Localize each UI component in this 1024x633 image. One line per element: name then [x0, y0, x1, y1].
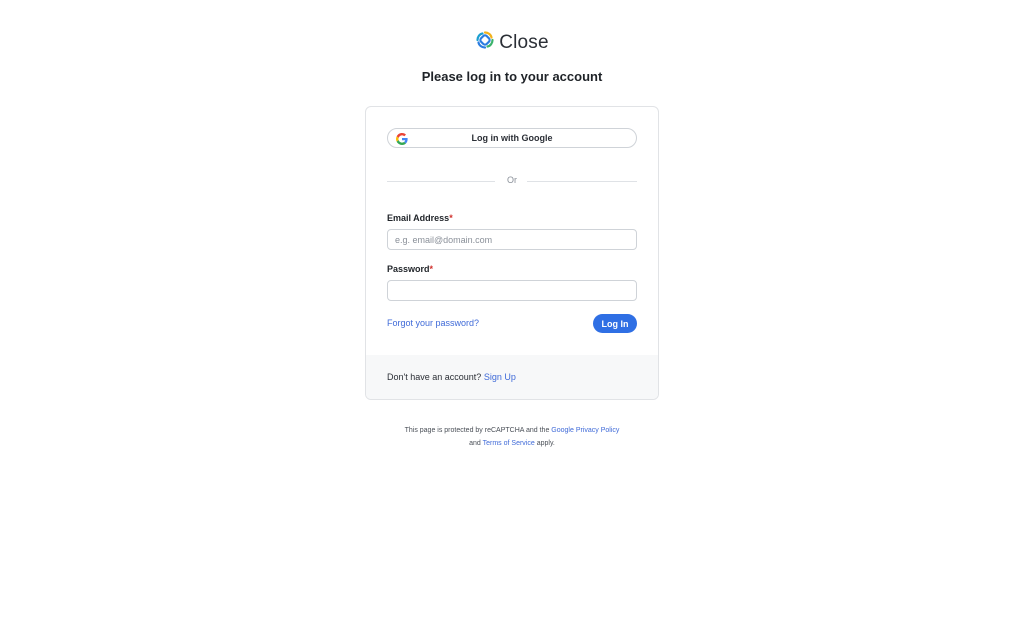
required-marker: * [429, 264, 434, 274]
brand-name: Close [499, 31, 549, 53]
email-label-text: Email Address [387, 213, 450, 223]
close-logo-icon [475, 30, 495, 55]
recaptcha-line-1: This page is protected by reCAPTCHA and … [0, 424, 1024, 437]
recaptcha-line-2: and Terms of Service apply. [0, 437, 1024, 450]
login-button[interactable]: Log In [593, 314, 637, 333]
divider-text: Or [507, 175, 517, 185]
sign-up-link[interactable]: Sign Up [484, 372, 516, 382]
divider-line [527, 181, 637, 182]
login-card: Log in with Google Or Email Address* Pas… [365, 106, 659, 400]
signup-prompt: Don't have an account? Sign Up [387, 372, 516, 382]
forgot-password-link[interactable]: Forgot your password? [387, 318, 479, 328]
or-divider: Or [387, 175, 637, 187]
recaptcha-and-text: and [469, 440, 481, 447]
login-form: Log in with Google Or Email Address* Pas… [366, 107, 658, 355]
recaptcha-apply-text: apply. [536, 440, 555, 447]
password-field[interactable] [387, 280, 637, 301]
login-page: Close Please log in to your account Log … [0, 0, 1024, 633]
required-marker: * [449, 213, 453, 223]
terms-of-service-link[interactable]: Terms of Service [483, 440, 535, 447]
password-label-text: Password [387, 264, 430, 274]
password-label: Password* [387, 264, 433, 274]
email-field[interactable] [387, 229, 637, 250]
privacy-policy-link[interactable]: Google Privacy Policy [551, 427, 619, 434]
signup-prompt-text: Don't have an account? [387, 372, 482, 382]
google-login-label: Log in with Google [471, 133, 553, 143]
email-label: Email Address* [387, 213, 453, 223]
recaptcha-text: This page is protected by reCAPTCHA and … [404, 427, 550, 434]
page-title: Please log in to your account [421, 69, 603, 84]
brand-logo[interactable]: Close [0, 30, 1024, 55]
recaptcha-notice: This page is protected by reCAPTCHA and … [0, 424, 1024, 450]
signup-footer: Don't have an account? Sign Up [366, 355, 658, 399]
google-login-button[interactable]: Log in with Google [387, 128, 637, 148]
google-icon [396, 132, 408, 145]
